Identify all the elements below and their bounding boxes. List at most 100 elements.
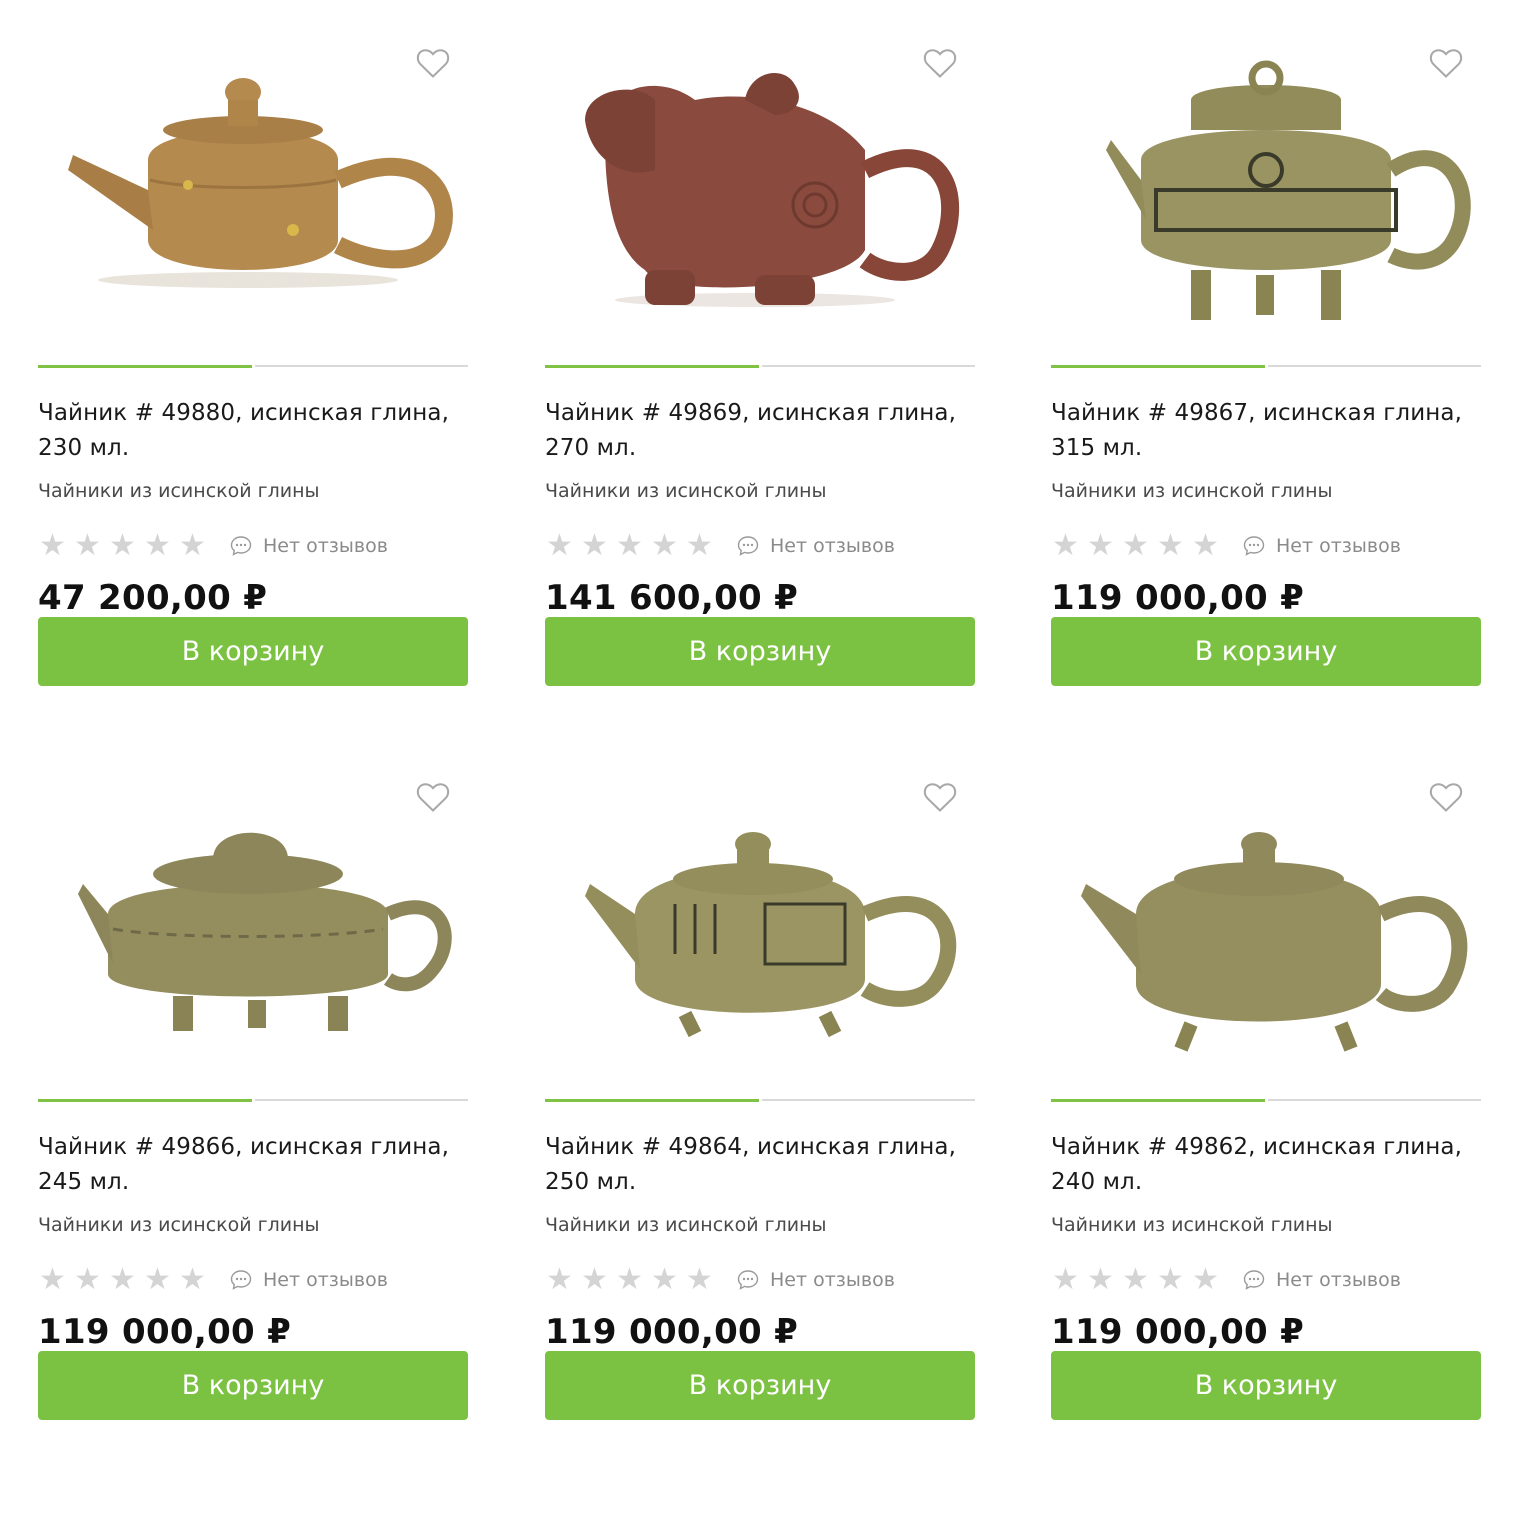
star-icon: ★ bbox=[651, 1262, 678, 1297]
product-category[interactable]: Чайники из исинской глины bbox=[545, 480, 827, 502]
slider-dot-active[interactable] bbox=[545, 365, 759, 368]
reviews-label: Нет отзывов bbox=[263, 535, 388, 557]
slider-dot-active[interactable] bbox=[38, 1099, 252, 1102]
reviews-label: Нет отзывов bbox=[770, 535, 895, 557]
rating-stars: ★ ★ ★ ★ ★ bbox=[1051, 530, 1220, 562]
star-icon: ★ bbox=[1122, 1262, 1149, 1297]
product-price: 119 000,00 ₽ bbox=[1051, 578, 1305, 618]
image-slider-indicator[interactable] bbox=[38, 365, 468, 368]
star-icon: ★ bbox=[1192, 528, 1219, 563]
slider-dot[interactable] bbox=[761, 1099, 975, 1101]
product-category[interactable]: Чайники из исинской глины bbox=[38, 480, 320, 502]
star-icon: ★ bbox=[179, 528, 206, 563]
image-slider-indicator[interactable] bbox=[545, 365, 975, 368]
slider-dot[interactable] bbox=[254, 365, 468, 367]
teapot-image bbox=[1081, 832, 1468, 1052]
product-image[interactable] bbox=[38, 764, 468, 1069]
product-rating: ★ ★ ★ ★ ★ Нет отзывов bbox=[1051, 1264, 1401, 1296]
product-category[interactable]: Чайники из исинской глины bbox=[545, 1214, 827, 1236]
favorite-heart-icon[interactable] bbox=[414, 778, 452, 816]
add-to-cart-button[interactable]: В корзину bbox=[1051, 617, 1481, 686]
product-image[interactable] bbox=[1051, 764, 1481, 1069]
slider-dot[interactable] bbox=[761, 365, 975, 367]
reviews-link[interactable]: Нет отзывов bbox=[736, 534, 895, 558]
rating-stars: ★ ★ ★ ★ ★ bbox=[545, 1264, 714, 1296]
product-rating: ★ ★ ★ ★ ★ Нет отзывов bbox=[545, 530, 895, 562]
favorite-heart-icon[interactable] bbox=[921, 778, 959, 816]
product-title[interactable]: Чайник # 49869, исинская глина, 270 мл. bbox=[545, 396, 975, 466]
reviews-label: Нет отзывов bbox=[263, 1269, 388, 1291]
add-to-cart-button[interactable]: В корзину bbox=[38, 617, 468, 686]
reviews-link[interactable]: Нет отзывов bbox=[1242, 534, 1401, 558]
speech-bubble-icon bbox=[737, 536, 759, 556]
product-image[interactable] bbox=[545, 764, 975, 1069]
star-icon: ★ bbox=[39, 528, 66, 563]
teapot-image bbox=[585, 73, 960, 307]
star-icon: ★ bbox=[109, 1262, 136, 1297]
product-image[interactable] bbox=[38, 30, 468, 335]
image-slider-indicator[interactable] bbox=[1051, 365, 1481, 368]
star-icon: ★ bbox=[1157, 528, 1184, 563]
star-icon: ★ bbox=[1052, 1262, 1079, 1297]
product-title[interactable]: Чайник # 49864, исинская глина, 250 мл. bbox=[545, 1130, 975, 1200]
product-title[interactable]: Чайник # 49867, исинская глина, 315 мл. bbox=[1051, 396, 1481, 466]
teapot-image bbox=[1106, 60, 1471, 320]
star-icon: ★ bbox=[546, 1262, 573, 1297]
favorite-heart-icon[interactable] bbox=[921, 44, 959, 82]
star-icon: ★ bbox=[616, 1262, 643, 1297]
slider-dot[interactable] bbox=[254, 1099, 468, 1101]
product-category[interactable]: Чайники из исинской глины bbox=[1051, 480, 1333, 502]
star-icon: ★ bbox=[1192, 1262, 1219, 1297]
add-to-cart-button[interactable]: В корзину bbox=[545, 1351, 975, 1420]
reviews-link[interactable]: Нет отзывов bbox=[229, 1268, 388, 1292]
speech-bubble-icon bbox=[1243, 536, 1265, 556]
image-slider-indicator[interactable] bbox=[1051, 1099, 1481, 1102]
rating-stars: ★ ★ ★ ★ ★ bbox=[38, 530, 207, 562]
star-icon: ★ bbox=[144, 528, 171, 563]
product-category[interactable]: Чайники из исинской глины bbox=[1051, 1214, 1333, 1236]
star-icon: ★ bbox=[1052, 528, 1079, 563]
reviews-link[interactable]: Нет отзывов bbox=[1242, 1268, 1401, 1292]
slider-dot-active[interactable] bbox=[1051, 1099, 1265, 1102]
image-slider-indicator[interactable] bbox=[545, 1099, 975, 1102]
reviews-link[interactable]: Нет отзывов bbox=[229, 534, 388, 558]
product-title[interactable]: Чайник # 49862, исинская глина, 240 мл. bbox=[1051, 1130, 1481, 1200]
product-price: 119 000,00 ₽ bbox=[38, 1312, 292, 1352]
favorite-heart-icon[interactable] bbox=[1427, 44, 1465, 82]
star-icon: ★ bbox=[1122, 528, 1149, 563]
star-icon: ★ bbox=[39, 1262, 66, 1297]
star-icon: ★ bbox=[144, 1262, 171, 1297]
product-rating: ★ ★ ★ ★ ★ Нет отзывов bbox=[38, 1264, 388, 1296]
star-icon: ★ bbox=[74, 528, 101, 563]
product-title[interactable]: Чайник # 49880, исинская глина, 230 мл. bbox=[38, 396, 468, 466]
product-card: Чайник # 49866, исинская глина, 245 мл. … bbox=[38, 734, 468, 1424]
teapot-image bbox=[68, 78, 453, 288]
product-title[interactable]: Чайник # 49866, исинская глина, 245 мл. bbox=[38, 1130, 468, 1200]
product-image[interactable] bbox=[545, 30, 975, 335]
teapot-image bbox=[585, 832, 957, 1038]
rating-stars: ★ ★ ★ ★ ★ bbox=[1051, 1264, 1220, 1296]
product-rating: ★ ★ ★ ★ ★ Нет отзывов bbox=[1051, 530, 1401, 562]
slider-dot-active[interactable] bbox=[38, 365, 252, 368]
product-card: Чайник # 49880, исинская глина, 230 мл. … bbox=[38, 0, 468, 690]
product-category[interactable]: Чайники из исинской глины bbox=[38, 1214, 320, 1236]
add-to-cart-button[interactable]: В корзину bbox=[1051, 1351, 1481, 1420]
favorite-heart-icon[interactable] bbox=[414, 44, 452, 82]
add-to-cart-button[interactable]: В корзину bbox=[545, 617, 975, 686]
slider-dot-active[interactable] bbox=[545, 1099, 759, 1102]
speech-bubble-icon bbox=[230, 536, 252, 556]
product-price: 119 000,00 ₽ bbox=[1051, 1312, 1305, 1352]
slider-dot[interactable] bbox=[1267, 1099, 1481, 1101]
image-slider-indicator[interactable] bbox=[38, 1099, 468, 1102]
product-image[interactable] bbox=[1051, 30, 1481, 335]
slider-dot[interactable] bbox=[1267, 365, 1481, 367]
favorite-heart-icon[interactable] bbox=[1427, 778, 1465, 816]
reviews-link[interactable]: Нет отзывов bbox=[736, 1268, 895, 1292]
add-to-cart-button[interactable]: В корзину bbox=[38, 1351, 468, 1420]
product-price: 47 200,00 ₽ bbox=[38, 578, 268, 618]
star-icon: ★ bbox=[616, 528, 643, 563]
product-price: 119 000,00 ₽ bbox=[545, 1312, 799, 1352]
star-icon: ★ bbox=[546, 528, 573, 563]
product-grid: Чайник # 49880, исинская глина, 230 мл. … bbox=[0, 0, 1520, 1520]
slider-dot-active[interactable] bbox=[1051, 365, 1265, 368]
